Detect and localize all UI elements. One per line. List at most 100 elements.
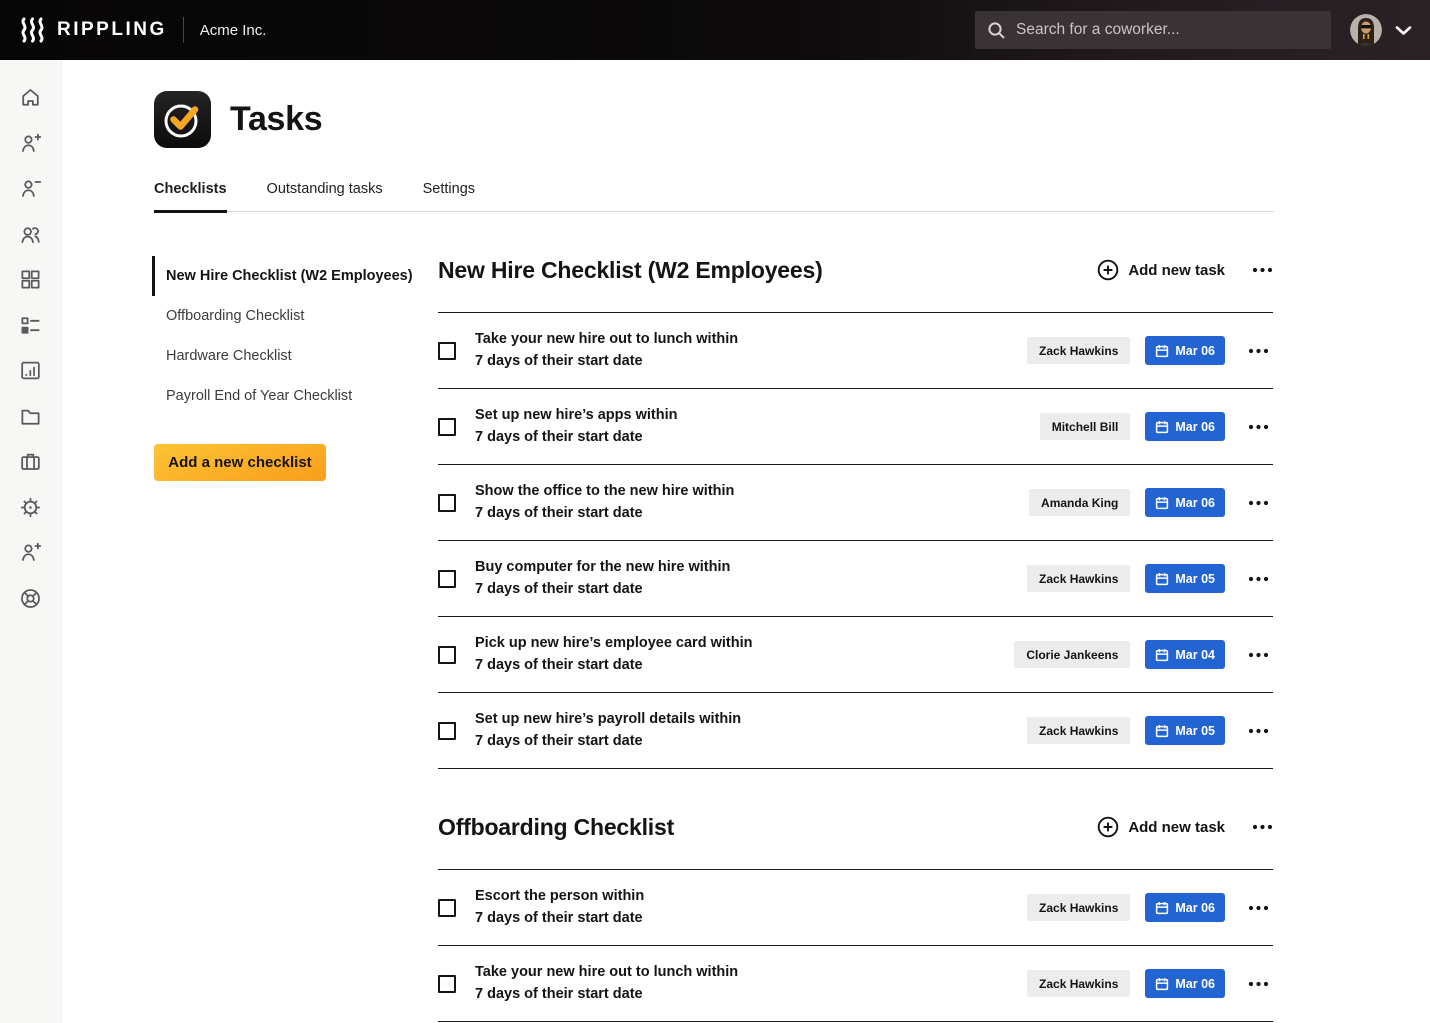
task-row: Set up new hire’s apps within 7 days of … <box>438 389 1273 465</box>
user-menu[interactable] <box>1350 14 1412 46</box>
rail-item-invite-person[interactable] <box>0 530 62 576</box>
page-title: Tasks <box>230 100 322 139</box>
ellipsis-icon <box>1248 728 1269 734</box>
task-line1: Pick up new hire’s employee card within <box>475 633 1014 655</box>
due-date-button[interactable]: Mar 05 <box>1145 716 1225 745</box>
apps-grid-icon <box>18 267 43 292</box>
tab-checklists[interactable]: Checklists <box>154 175 227 213</box>
due-date-label: Mar 06 <box>1175 496 1215 510</box>
assignee-badge[interactable]: Zack Hawkins <box>1027 970 1130 997</box>
due-date-label: Mar 05 <box>1175 572 1215 586</box>
ellipsis-icon <box>1248 500 1269 506</box>
assignee-badge[interactable]: Clorie Jankeens <box>1014 641 1130 668</box>
calendar-icon <box>1155 344 1169 358</box>
ellipsis-icon <box>1252 824 1273 830</box>
due-date-button[interactable]: Mar 06 <box>1145 336 1225 365</box>
calendar-icon <box>1155 977 1169 991</box>
assignee-badge[interactable]: Zack Hawkins <box>1027 565 1130 592</box>
rail-item-team[interactable] <box>0 212 62 258</box>
rail-item-home[interactable] <box>0 75 62 121</box>
task-list: Take your new hire out to lunch within 7… <box>438 313 1273 769</box>
assignee-badge[interactable]: Zack Hawkins <box>1027 337 1130 364</box>
task-line2: 7 days of their start date <box>475 503 1029 525</box>
task-checkbox[interactable] <box>438 570 456 588</box>
task-more-button[interactable] <box>1248 728 1269 734</box>
rail-item-add-person[interactable] <box>0 121 62 167</box>
checklist-nav-item[interactable]: Offboarding Checklist <box>152 296 438 336</box>
task-checkbox[interactable] <box>438 722 456 740</box>
rail-item-reports[interactable] <box>0 348 62 394</box>
tab-bar: Checklists Outstanding tasks Settings <box>154 175 1274 212</box>
task-more-button[interactable] <box>1248 576 1269 582</box>
task-checkbox[interactable] <box>438 494 456 512</box>
task-row: Take your new hire out to lunch within 7… <box>438 946 1273 1022</box>
task-more-button[interactable] <box>1248 500 1269 506</box>
due-date-button[interactable]: Mar 06 <box>1145 412 1225 441</box>
section-more-button[interactable] <box>1252 824 1273 830</box>
checklist-nav-item[interactable]: New Hire Checklist (W2 Employees) <box>152 256 438 296</box>
rail-item-apps-grid[interactable] <box>0 257 62 303</box>
task-more-button[interactable] <box>1248 652 1269 658</box>
add-task-label: Add new task <box>1128 262 1225 279</box>
rail-item-documents-folder[interactable] <box>0 394 62 440</box>
assignee-badge[interactable]: Amanda King <box>1029 489 1130 516</box>
documents-folder-icon <box>18 404 43 429</box>
due-date-button[interactable]: Mar 06 <box>1145 893 1225 922</box>
coworker-search[interactable] <box>975 11 1331 49</box>
rail-item-remove-person[interactable] <box>0 166 62 212</box>
checklist-section: Offboarding Checklist Add new task <box>438 809 1273 1022</box>
app-header: Tasks <box>154 91 1430 148</box>
calendar-icon <box>1155 572 1169 586</box>
task-list: Escort the person within 7 days of their… <box>438 870 1273 1022</box>
rail-item-help-wheel[interactable] <box>0 576 62 622</box>
assignee-badge[interactable]: Mitchell Bill <box>1040 413 1131 440</box>
task-checkbox[interactable] <box>438 418 456 436</box>
task-line2: 7 days of their start date <box>475 908 1027 930</box>
due-date-label: Mar 05 <box>1175 724 1215 738</box>
task-more-button[interactable] <box>1248 981 1269 987</box>
tab-settings[interactable]: Settings <box>423 175 475 213</box>
rail-item-briefcase[interactable] <box>0 439 62 485</box>
task-text: Set up new hire’s apps within 7 days of … <box>475 405 1040 448</box>
due-date-button[interactable]: Mar 06 <box>1145 969 1225 998</box>
task-line1: Show the office to the new hire within <box>475 481 1029 503</box>
checklist-nav-item[interactable]: Hardware Checklist <box>152 336 438 376</box>
task-checkbox[interactable] <box>438 342 456 360</box>
tasks-app-icon <box>154 91 211 148</box>
task-checkbox[interactable] <box>438 975 456 993</box>
due-date-button[interactable]: Mar 05 <box>1145 564 1225 593</box>
assignee-badge[interactable]: Zack Hawkins <box>1027 894 1130 921</box>
ellipsis-icon <box>1252 267 1273 273</box>
add-task-button[interactable]: Add new task <box>1097 259 1225 281</box>
section-title: New Hire Checklist (W2 Employees) <box>438 257 1097 284</box>
task-checkbox[interactable] <box>438 899 456 917</box>
brand-name: RIPPLING <box>57 19 167 41</box>
ellipsis-icon <box>1248 424 1269 430</box>
search-input[interactable] <box>1016 21 1319 39</box>
task-more-button[interactable] <box>1248 424 1269 430</box>
due-date-button[interactable]: Mar 06 <box>1145 488 1225 517</box>
task-row: Buy computer for the new hire within 7 d… <box>438 541 1273 617</box>
assignee-badge[interactable]: Zack Hawkins <box>1027 717 1130 744</box>
task-checkbox[interactable] <box>438 646 456 664</box>
plus-circle-icon <box>1097 816 1119 838</box>
task-more-button[interactable] <box>1248 905 1269 911</box>
task-more-button[interactable] <box>1248 348 1269 354</box>
checklist-icon <box>18 313 43 338</box>
add-task-label: Add new task <box>1128 819 1225 836</box>
ellipsis-icon <box>1248 905 1269 911</box>
section-more-button[interactable] <box>1252 267 1273 273</box>
rail-item-settings-gear[interactable] <box>0 485 62 531</box>
checklist-sections: New Hire Checklist (W2 Employees) Add ne… <box>438 212 1273 1022</box>
task-line1: Set up new hire’s apps within <box>475 405 1040 427</box>
due-date-button[interactable]: Mar 04 <box>1145 640 1225 669</box>
calendar-icon <box>1155 648 1169 662</box>
checklist-nav-item[interactable]: Payroll End of Year Checklist <box>152 376 438 416</box>
tab-outstanding-tasks[interactable]: Outstanding tasks <box>267 175 383 213</box>
calendar-icon <box>1155 724 1169 738</box>
add-checklist-button[interactable]: Add a new checklist <box>154 444 326 481</box>
reports-icon <box>18 358 43 383</box>
task-line2: 7 days of their start date <box>475 731 1027 753</box>
rail-item-checklist[interactable] <box>0 303 62 349</box>
add-task-button[interactable]: Add new task <box>1097 816 1225 838</box>
